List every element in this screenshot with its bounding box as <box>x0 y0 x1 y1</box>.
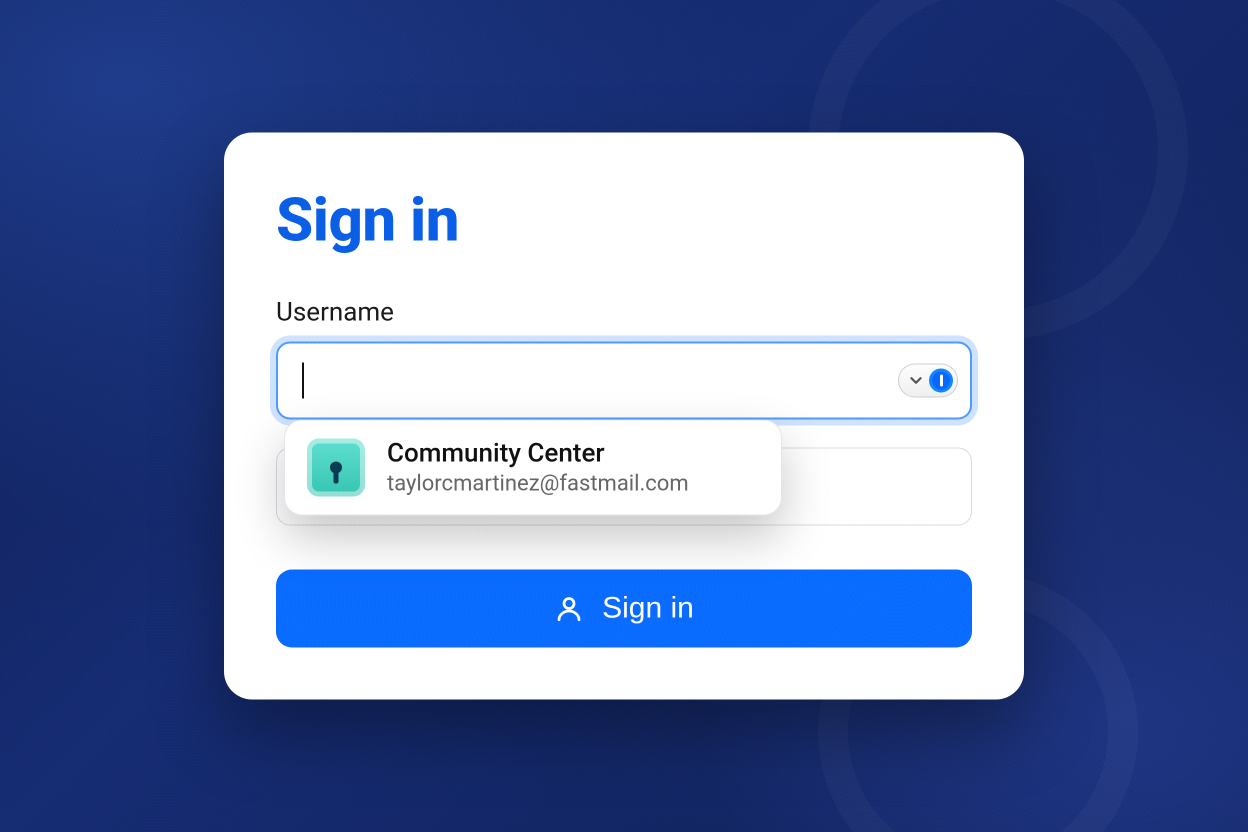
username-label: Username <box>276 298 972 328</box>
username-input[interactable] <box>276 342 972 420</box>
autofill-suggestion-subtitle: taylorcmartinez@fastmail.com <box>387 472 689 497</box>
autofill-suggestion[interactable]: Community Center taylorcmartinez@fastmai… <box>284 420 782 516</box>
vault-lock-icon <box>307 439 365 497</box>
text-caret <box>302 363 304 399</box>
one-password-icon <box>929 369 953 393</box>
autofill-suggestion-title: Community Center <box>387 439 689 470</box>
password-manager-pill[interactable] <box>898 364 958 398</box>
username-field-wrap: Community Center taylorcmartinez@fastmai… <box>276 342 972 420</box>
signin-button-label: Sign in <box>602 592 694 626</box>
signin-button[interactable]: Sign in <box>276 570 972 648</box>
signin-card: Sign in Username Community Center taylor… <box>224 133 1024 700</box>
page-title: Sign in <box>276 185 972 256</box>
user-icon <box>554 594 584 624</box>
autofill-suggestion-text: Community Center taylorcmartinez@fastmai… <box>387 439 689 497</box>
chevron-down-icon <box>907 372 925 390</box>
